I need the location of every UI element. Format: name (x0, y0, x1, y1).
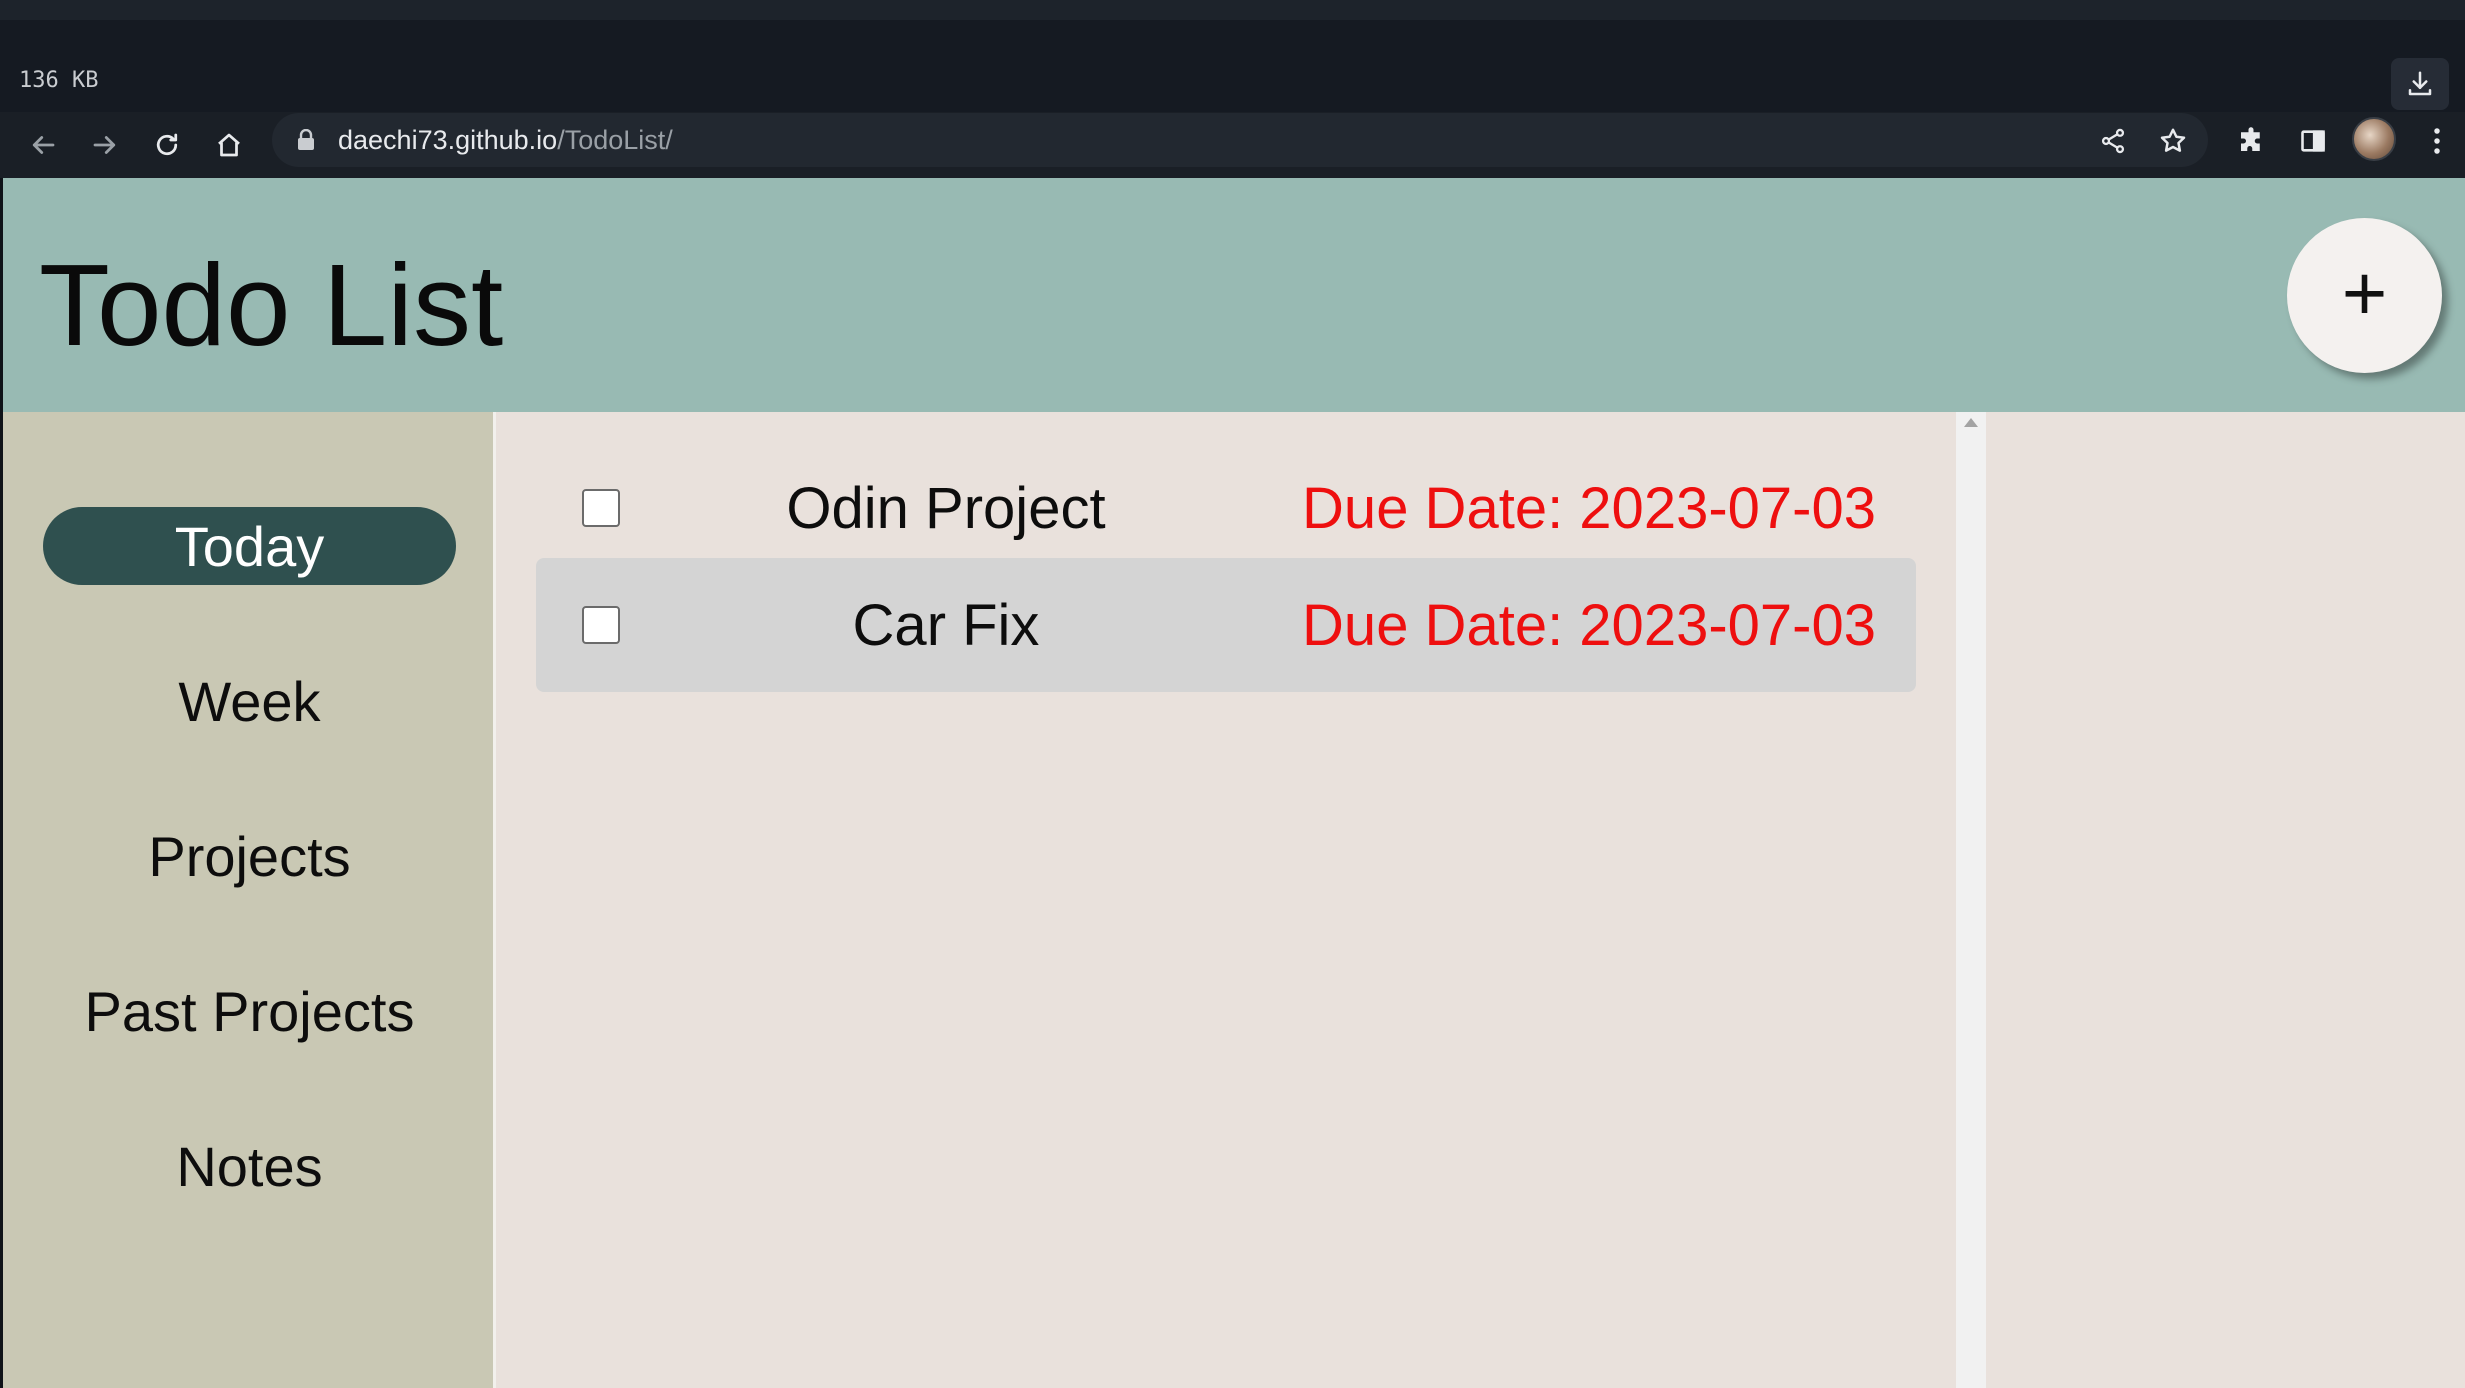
menu-icon[interactable] (2414, 118, 2460, 164)
forward-icon[interactable] (80, 120, 130, 170)
plus-icon: + (2341, 248, 2388, 337)
home-icon[interactable] (204, 120, 254, 170)
todo-app: Todo List + Today Week Projects Past Pro… (3, 178, 2465, 1388)
task-row: Car Fix Due Date: 2023-07-03 (536, 558, 1916, 692)
star-icon[interactable] (2150, 118, 2196, 164)
sidebar-item-notes[interactable]: Notes (43, 1127, 456, 1205)
task-due-date: Due Date: 2023-07-03 (1302, 592, 1876, 658)
back-icon[interactable] (18, 120, 68, 170)
download-size: 136 KB (19, 68, 99, 93)
avatar[interactable] (2352, 117, 2396, 161)
download-icon[interactable] (2391, 58, 2449, 110)
task-checkbox[interactable] (582, 606, 620, 644)
add-task-button[interactable]: + (2287, 218, 2442, 373)
sidebar-item-projects[interactable]: Projects (43, 817, 456, 895)
task-due-date: Due Date: 2023-07-03 (1302, 475, 1876, 541)
window-top-strip (0, 0, 2465, 20)
task-row: Odin Project Due Date: 2023-07-03 (536, 441, 1916, 575)
url-path: /TodoList/ (557, 125, 673, 155)
task-list: Odin Project Due Date: 2023-07-03 Car Fi… (496, 412, 1956, 1388)
lock-icon[interactable] (295, 126, 317, 154)
page-title: Todo List (39, 240, 504, 370)
scrollbar[interactable] (1956, 412, 1986, 1388)
scroll-up-arrow-icon[interactable] (1964, 418, 1978, 427)
task-name: Car Fix (852, 592, 1040, 658)
sidebar-item-today[interactable]: Today (43, 507, 456, 585)
url-text[interactable]: daechi73.github.io/TodoList/ (338, 120, 673, 160)
share-icon[interactable] (2090, 118, 2136, 164)
extensions-icon[interactable] (2228, 118, 2274, 164)
reload-icon[interactable] (142, 120, 192, 170)
sidebar-item-week[interactable]: Week (43, 662, 456, 740)
side-panel-icon[interactable] (2290, 118, 2336, 164)
app-header: Todo List + (3, 178, 2465, 412)
task-checkbox[interactable] (582, 489, 620, 527)
sidebar-item-past-projects[interactable]: Past Projects (43, 972, 456, 1050)
sidebar: Today Week Projects Past Projects Notes (3, 412, 496, 1388)
url-domain: daechi73.github.io (338, 125, 558, 155)
task-name: Odin Project (786, 475, 1106, 541)
download-bar: 136 KB (0, 20, 2465, 112)
